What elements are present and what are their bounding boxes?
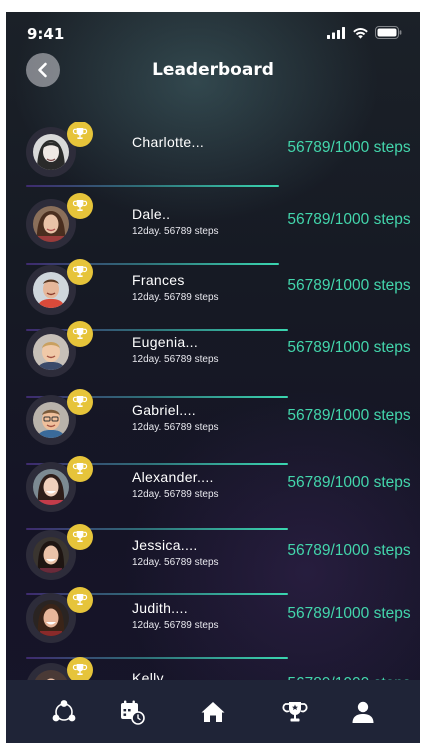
trophy-icon (72, 328, 88, 339)
trophy-icon (72, 266, 88, 277)
trophy-icon (72, 594, 88, 605)
leaderboard-row[interactable]: Judith.... 12day. 56789 steps 56789/1000… (6, 587, 420, 654)
player-subtitle: 12day. 56789 steps (132, 226, 219, 237)
player-subtitle: 12day. 56789 steps (132, 557, 219, 568)
trophy-badge (67, 389, 93, 415)
leaderboard-list[interactable]: Charlotte... 56789/1000 steps Dale.. 12d… (6, 122, 420, 682)
trophy-badge (67, 259, 93, 285)
battery-icon (375, 26, 402, 39)
avatar-image (33, 206, 69, 242)
player-score: 56789/1000 steps (287, 277, 411, 294)
trophy-badge (67, 524, 93, 550)
nav-schedule[interactable] (118, 698, 146, 726)
player-name: Charlotte... (132, 134, 205, 150)
avatar-image (33, 134, 69, 170)
leaderboard-row[interactable]: Gabriel.... 12day. 56789 steps 56789/100… (6, 389, 420, 456)
row-divider (26, 185, 279, 187)
player-subtitle: 12day. 56789 steps (132, 489, 219, 500)
trophy-icon (72, 128, 88, 139)
leaderboard-row[interactable]: Frances 12day. 56789 steps 56789/1000 st… (6, 259, 420, 326)
nav-community[interactable] (50, 698, 78, 726)
avatar-image (33, 402, 69, 438)
avatar-image (33, 537, 69, 573)
player-score: 56789/1000 steps (287, 474, 411, 491)
leaderboard-row[interactable]: Kelly.... 56789/1000 steps (6, 657, 420, 682)
header: Leaderboard (6, 52, 420, 92)
player-score: 56789/1000 steps (287, 605, 411, 622)
trophy-badge (67, 456, 93, 482)
player-score: 56789/1000 steps (287, 407, 411, 424)
trophy-badge (67, 321, 93, 347)
status-time: 9:41 (27, 25, 65, 43)
leaderboard-row[interactable]: Charlotte... 56789/1000 steps (6, 122, 420, 188)
player-subtitle: 12day. 56789 steps (132, 620, 219, 631)
trophy-icon (72, 396, 88, 407)
status-icons (327, 26, 402, 39)
trophy-badge (67, 193, 93, 219)
bottom-nav-bar (6, 680, 420, 743)
trophy-icon (72, 200, 88, 211)
trophy-icon (282, 702, 308, 722)
phone-screen: 9:41 Leaderboard Charlotte... 56789/1000… (6, 12, 420, 743)
wifi-icon (353, 27, 368, 39)
nav-leaderboard[interactable] (281, 698, 309, 726)
player-name: Eugenia... (132, 334, 199, 350)
player-score: 56789/1000 steps (287, 542, 411, 559)
player-name: Frances (132, 272, 185, 288)
player-score: 56789/1000 steps (287, 139, 411, 156)
trophy-icon (72, 463, 88, 474)
trophy-badge (67, 587, 93, 613)
leaderboard-row[interactable]: Dale.. 12day. 56789 steps 56789/1000 ste… (6, 193, 420, 260)
player-score: 56789/1000 steps (287, 339, 411, 356)
community-icon (52, 700, 76, 722)
trophy-icon (72, 664, 88, 675)
player-name: Dale.. (132, 206, 171, 222)
trophy-icon (72, 531, 88, 542)
cellular-signal-icon (327, 26, 345, 39)
leaderboard-row[interactable]: Alexander.... 12day. 56789 steps 56789/1… (6, 456, 420, 523)
avatar-image (33, 334, 69, 370)
avatar-image (33, 600, 69, 636)
player-subtitle: 12day. 56789 steps (132, 292, 219, 303)
player-name: Alexander.... (132, 469, 214, 485)
leaderboard-row[interactable]: Jessica.... 12day. 56789 steps 56789/100… (6, 524, 420, 591)
nav-home[interactable] (199, 698, 227, 726)
player-subtitle: 12day. 56789 steps (132, 422, 219, 433)
player-name: Judith.... (132, 600, 188, 616)
nav-profile[interactable] (349, 698, 377, 726)
leaderboard-row[interactable]: Eugenia... 12day. 56789 steps 56789/1000… (6, 321, 420, 388)
calendar-clock-icon (121, 700, 145, 725)
player-name: Jessica.... (132, 537, 198, 553)
profile-icon (352, 701, 374, 723)
home-icon (201, 702, 225, 722)
page-title: Leaderboard (152, 60, 274, 80)
trophy-badge (67, 122, 93, 147)
avatar-image (33, 469, 69, 505)
avatar-image (33, 272, 69, 308)
player-subtitle: 12day. 56789 steps (132, 354, 219, 365)
player-score: 56789/1000 steps (287, 211, 411, 228)
player-name: Gabriel.... (132, 402, 196, 418)
trophy-badge (67, 657, 93, 682)
status-bar: 9:41 (6, 12, 420, 52)
